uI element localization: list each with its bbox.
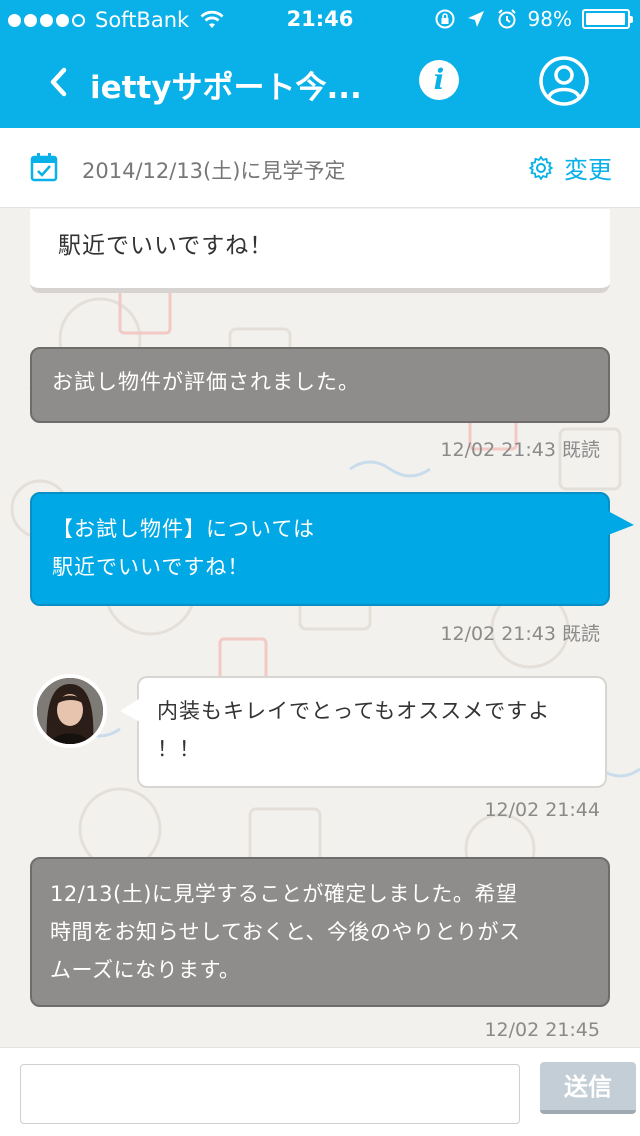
- message-bubble-incoming[interactable]: 駅近でいいですね！: [30, 209, 610, 293]
- message-timestamp: 12/02 21:44: [484, 799, 600, 821]
- message-line: 【お試し物件】については: [52, 517, 315, 541]
- message-timestamp: 12/02 21:43 既読: [440, 439, 600, 461]
- change-label: 変更: [564, 156, 612, 184]
- status-right: 98%: [434, 7, 633, 31]
- battery-icon: [582, 9, 633, 29]
- outgoing-bubble-tail: [608, 511, 634, 535]
- message-bubble-incoming[interactable]: 内装もキレイでとってもオススメですよ ！！: [137, 676, 607, 788]
- message-line: お試し物件が評価されました。: [52, 370, 360, 394]
- top-bar: SoftBank 21:46 98% iettyサポート今... i: [0, 0, 640, 128]
- calendar-icon: [30, 153, 58, 182]
- info-button[interactable]: i: [419, 60, 459, 100]
- nav-bar: iettyサポート今... i: [0, 40, 640, 128]
- incoming-bubble-tail: [120, 697, 142, 723]
- send-button[interactable]: 送信: [540, 1062, 636, 1114]
- battery-percent: 98%: [527, 7, 572, 31]
- composer-bar: 送信: [0, 1047, 640, 1136]
- alarm-icon: [497, 9, 516, 29]
- system-message-bubble[interactable]: 12/13(土)に見学することが確定しました。希望 時間をお知らせしておくと、今…: [30, 857, 610, 1007]
- message-line: 内装もキレイでとってもオススメですよ: [157, 699, 551, 723]
- back-button[interactable]: [44, 62, 74, 102]
- message-input[interactable]: [20, 1064, 520, 1124]
- support-agent-avatar[interactable]: [33, 674, 107, 748]
- gear-icon: [529, 155, 553, 180]
- back-icon: [50, 67, 67, 97]
- visit-date-text: 2014/12/13(土)に見学予定: [82, 159, 346, 183]
- message-line: 駅近でいいですね！: [58, 233, 274, 259]
- message-line: 駅近でいいですね！: [52, 555, 250, 579]
- system-message-bubble[interactable]: お試し物件が評価されました。: [30, 347, 610, 423]
- lock-rotation-icon: [435, 9, 455, 29]
- status-bar: SoftBank 21:46 98%: [0, 0, 640, 40]
- message-line: 時間をお知らせしておくと、今後のやりとりがス: [50, 920, 521, 944]
- message-line: 12/13(土)に見学することが確定しました。希望: [50, 882, 518, 906]
- visit-date-bar: 2014/12/13(土)に見学予定 変更: [0, 128, 640, 208]
- avatar-photo: [37, 678, 103, 744]
- message-bubble-outgoing[interactable]: 【お試し物件】については 駅近でいいですね！: [30, 492, 610, 606]
- message-timestamp: 12/02 21:43 既読: [440, 623, 600, 645]
- message-timestamp: 12/02 21:45: [484, 1019, 600, 1041]
- message-line: ！！: [157, 737, 201, 761]
- change-visit-button[interactable]: 変更: [528, 150, 612, 185]
- conversation-title: iettyサポート今...: [90, 70, 362, 106]
- battery-level: [586, 13, 626, 25]
- info-icon: i: [433, 63, 445, 96]
- profile-icon: [539, 56, 589, 106]
- chat-area[interactable]: 駅近でいいですね！ お試し物件が評価されました。 12/02 21:43 既読 …: [0, 209, 640, 1047]
- message-line: ムーズになります。: [50, 958, 241, 982]
- location-icon: [467, 11, 484, 27]
- profile-button[interactable]: [538, 55, 590, 107]
